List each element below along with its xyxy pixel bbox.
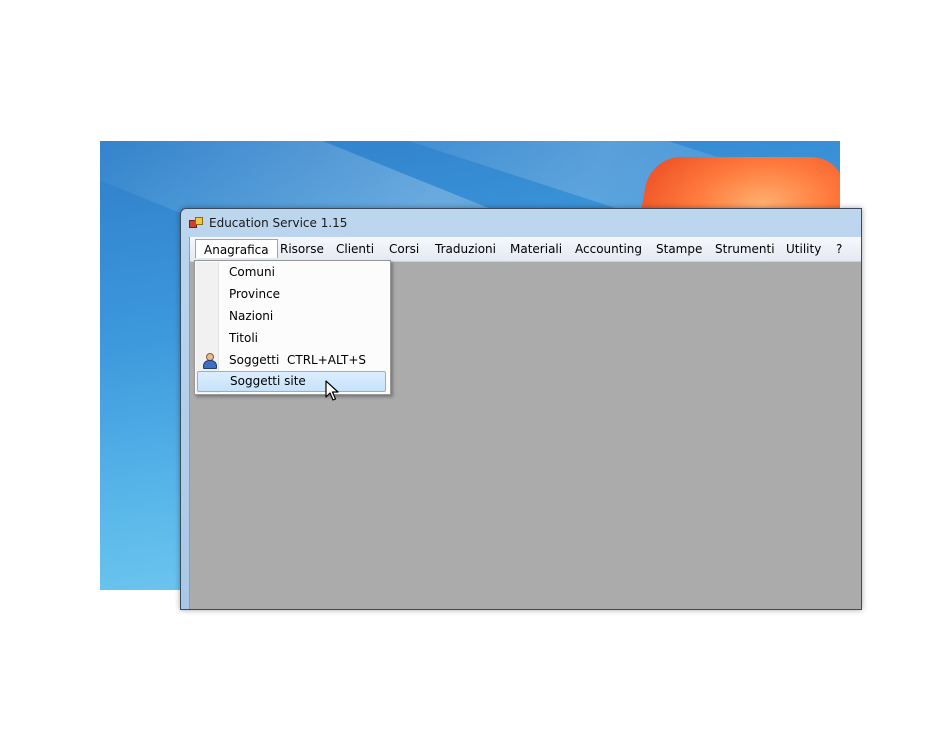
menu-clienti[interactable]: Clienti: [336, 242, 374, 256]
menu-item-titoli[interactable]: Titoli: [197, 328, 386, 349]
menu-item-nazioni[interactable]: Nazioni: [197, 306, 386, 327]
menu-item-label: Soggetti site: [230, 374, 306, 388]
menu-item-label: Province: [229, 287, 281, 301]
menu-bar: Anagrafica Risorse Clienti Corsi Traduzi…: [190, 237, 861, 262]
menu-item-soggetti[interactable]: Soggetti CTRL+ALT+S: [197, 350, 386, 371]
menu-item-label: Titoli: [229, 331, 259, 345]
menu-corsi[interactable]: Corsi: [389, 242, 419, 256]
menu-anagrafica[interactable]: Anagrafica: [195, 239, 278, 258]
menu-item-comuni[interactable]: Comuni: [197, 262, 386, 283]
person-icon: [202, 353, 217, 369]
menu-help[interactable]: ?: [836, 242, 842, 256]
menu-item-label: Comuni: [229, 265, 275, 279]
mouse-pointer-icon: [325, 380, 339, 401]
menu-accounting[interactable]: Accounting: [575, 242, 642, 256]
window-title: Education Service 1.15: [209, 216, 348, 230]
menu-risorse[interactable]: Risorse: [280, 242, 324, 256]
title-bar[interactable]: Education Service 1.15: [181, 209, 861, 237]
menu-stampe[interactable]: Stampe: [656, 242, 702, 256]
anagrafica-dropdown-menu: Comuni Province Nazioni Titoli Soggetti …: [194, 260, 391, 395]
menu-item-soggetti-site[interactable]: Soggetti site: [197, 371, 386, 392]
menu-utility[interactable]: Utility: [786, 242, 821, 256]
menu-strumenti[interactable]: Strumenti: [715, 242, 775, 256]
menu-item-province[interactable]: Province: [197, 284, 386, 305]
menu-item-label: Soggetti: [229, 353, 280, 367]
menu-materiali[interactable]: Materiali: [510, 242, 562, 256]
app-icon[interactable]: [189, 217, 203, 229]
menu-item-label: Nazioni: [229, 309, 274, 323]
menu-traduzioni[interactable]: Traduzioni: [435, 242, 496, 256]
menu-item-shortcut: CTRL+ALT+S: [287, 353, 367, 367]
